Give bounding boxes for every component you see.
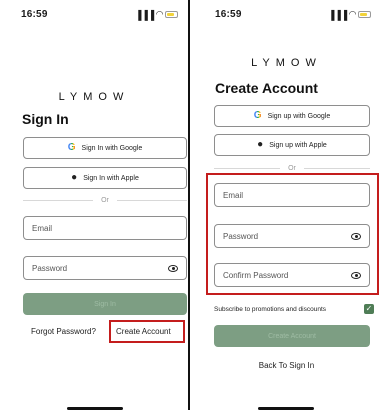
email-placeholder: Email (223, 190, 244, 200)
apple-icon: ● (257, 139, 264, 150)
sign-up-apple-button[interactable]: ● Sign up with Apple (214, 134, 370, 156)
password-placeholder: Password (32, 263, 68, 273)
status-icons: ▐▐▐ ◠ (328, 9, 371, 20)
create-account-link[interactable]: Create Account (116, 327, 171, 336)
battery-icon (165, 11, 178, 18)
status-time: 16:59 (21, 9, 48, 20)
password-placeholder: Password (223, 231, 259, 241)
subscribe-checkbox[interactable]: ✓ (364, 304, 374, 314)
show-password-eye-icon[interactable] (168, 264, 178, 272)
battery-icon (358, 11, 371, 18)
sign-in-button[interactable]: Sign In (23, 293, 187, 315)
show-confirm-password-eye-icon[interactable] (351, 271, 361, 279)
divider-label: Or (101, 196, 109, 204)
or-divider: Or (23, 195, 187, 205)
google-button-label: Sign up with Google (267, 112, 331, 120)
create-account-screen: 16:59 ▐▐▐ ◠ LYMOW Create Account G Sign … (192, 0, 381, 410)
sign-in-google-button[interactable]: G Sign In with Google (23, 137, 187, 159)
sign-in-button-label: Sign In (94, 300, 116, 308)
sign-in-screen: 16:59 ▐▐▐ ◠ LYMOW Sign In G Sign In with… (0, 0, 190, 410)
sign-in-apple-button[interactable]: ● Sign In with Apple (23, 167, 187, 189)
email-field[interactable]: Email (214, 183, 370, 207)
apple-button-label: Sign In with Apple (83, 174, 139, 182)
back-to-sign-in-link[interactable]: Back To Sign In (192, 361, 381, 370)
create-account-button-label: Create Account (268, 332, 316, 340)
subscribe-label: Subscribe to promotions and discounts (214, 306, 327, 313)
page-title: Create Account (215, 80, 318, 96)
confirm-password-placeholder: Confirm Password (223, 270, 289, 280)
apple-icon: ● (71, 172, 78, 183)
email-placeholder: Email (32, 223, 53, 233)
forgot-password-link[interactable]: Forgot Password? (31, 327, 96, 336)
confirm-password-field[interactable]: Confirm Password (214, 263, 370, 287)
password-field[interactable]: Password (214, 224, 370, 248)
brand-logo: LYMOW (251, 57, 322, 69)
google-icon: G (253, 110, 262, 121)
wifi-icon: ◠ (156, 9, 163, 19)
signal-icon: ▐▐▐ (134, 9, 155, 20)
signal-icon: ▐▐▐ (327, 9, 348, 20)
create-account-button[interactable]: Create Account (214, 325, 370, 347)
divider-label: Or (288, 164, 296, 172)
sign-up-google-button[interactable]: G Sign up with Google (214, 105, 370, 127)
password-field[interactable]: Password (23, 256, 187, 280)
or-divider: Or (214, 163, 370, 173)
page-title: Sign In (22, 111, 69, 127)
google-icon: G (67, 142, 76, 153)
show-password-eye-icon[interactable] (351, 232, 361, 240)
brand-logo: LYMOW (58, 91, 130, 103)
apple-button-label: Sign up with Apple (269, 141, 327, 149)
status-bar: 16:59 ▐▐▐ ◠ (192, 9, 381, 21)
email-field[interactable]: Email (23, 216, 187, 240)
status-time: 16:59 (215, 9, 242, 20)
wifi-icon: ◠ (349, 9, 356, 19)
status-bar: 16:59 ▐▐▐ ◠ (0, 9, 188, 21)
google-button-label: Sign In with Google (81, 144, 143, 152)
status-icons: ▐▐▐ ◠ (135, 9, 178, 20)
